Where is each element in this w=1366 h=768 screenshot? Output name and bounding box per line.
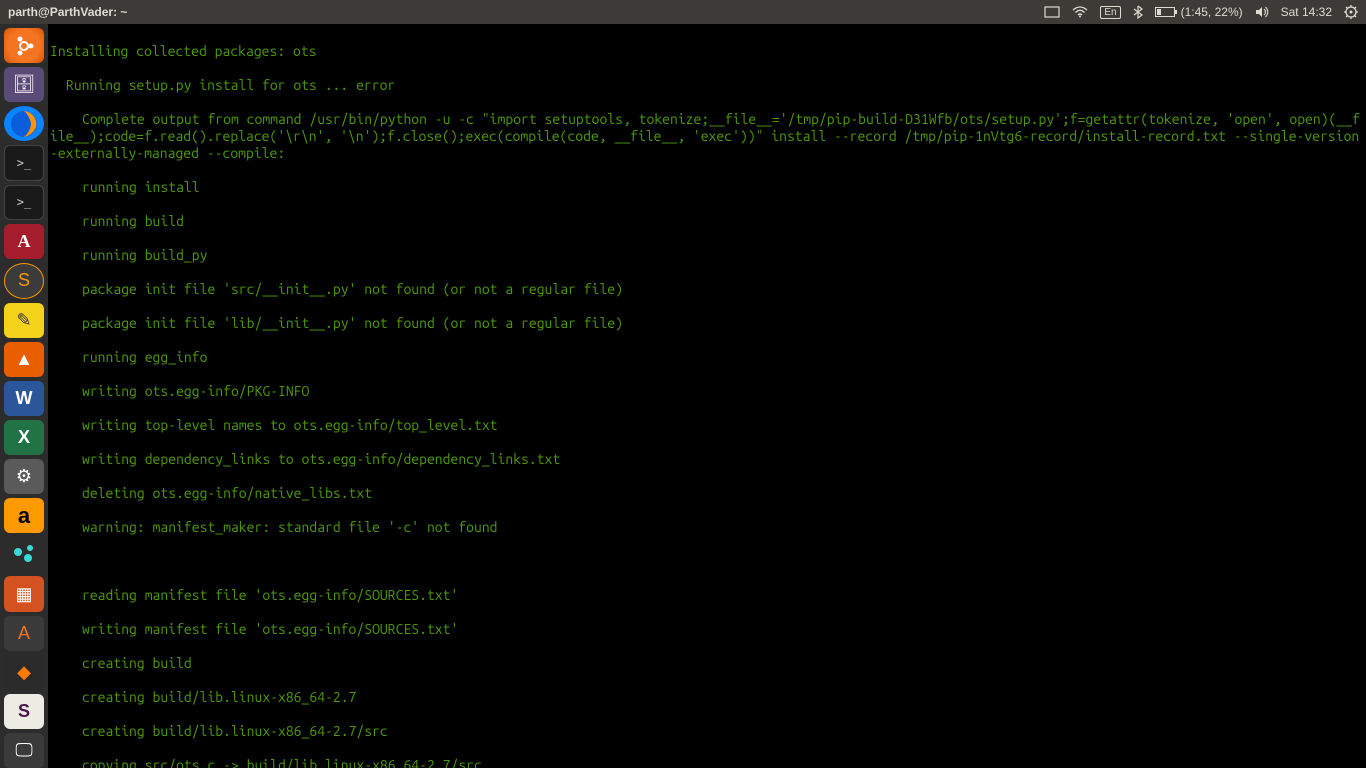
dash-icon[interactable] [4,28,44,63]
terminal-output[interactable]: Installing collected packages: ots Runni… [48,24,1366,768]
output-line: creating build/lib.linux-x86_64-2.7 [48,689,1366,706]
battery-text: (1:45, 22%) [1181,5,1243,19]
displays-icon[interactable]: 🖵 [4,733,44,768]
word-icon[interactable]: W [4,381,44,416]
output-line: creating build [48,655,1366,672]
app-green-icon[interactable] [4,537,44,572]
slack-icon[interactable]: S [4,694,44,729]
output-line: running install [48,179,1366,196]
output-line: copying src/ots.c -> build/lib.linux-x86… [48,757,1366,768]
wifi-icon[interactable] [1072,6,1088,18]
terminal2-icon[interactable]: >_ [4,185,44,220]
output-line: reading manifest file 'ots.egg-info/SOUR… [48,587,1366,604]
sublime-icon[interactable]: S [4,263,44,298]
unity-launcher: 🗄 >_ >_ A S ✎ ▲ W X ⚙ a ▦ A ◆ S 🖵 [0,24,48,768]
language-indicator[interactable]: En [1100,6,1120,19]
calculator-icon[interactable]: ▦ [4,576,44,611]
output-line: package init file 'src/__init__.py' not … [48,281,1366,298]
window-title: parth@ParthVader: ~ [8,5,1044,19]
settings-icon[interactable]: ⚙ [4,459,44,494]
top-menu-bar: parth@ParthVader: ~ En (1:45, 22%) Sat 1… [0,0,1366,24]
terminal-icon[interactable]: >_ [4,145,44,180]
notes-icon[interactable]: ✎ [4,303,44,338]
output-line: deleting ots.egg-info/native_libs.txt [48,485,1366,502]
session-icon[interactable] [1344,5,1358,19]
pdf-reader-icon[interactable]: A [4,224,44,259]
excel-icon[interactable]: X [4,420,44,455]
output-line: creating build/lib.linux-x86_64-2.7/src [48,723,1366,740]
battery-indicator[interactable]: (1:45, 22%) [1155,5,1243,19]
output-line: writing manifest file 'ots.egg-info/SOUR… [48,621,1366,638]
volume-icon[interactable] [1255,6,1269,18]
output-line: writing dependency_links to ots.egg-info… [48,451,1366,468]
screen-icon[interactable] [1044,6,1060,18]
output-line: running egg_info [48,349,1366,366]
output-line: Complete output from command /usr/bin/py… [48,111,1366,162]
output-line: Running setup.py install for ots ... err… [48,77,1366,94]
output-line [48,553,1366,570]
clock[interactable]: Sat 14:32 [1281,5,1332,19]
firefox-icon[interactable] [4,106,44,141]
output-line: warning: manifest_maker: standard file '… [48,519,1366,536]
software-center-icon[interactable]: A [4,616,44,651]
vlc-icon[interactable]: ▲ [4,342,44,377]
system-indicators: En (1:45, 22%) Sat 14:32 [1044,5,1358,19]
files-icon[interactable]: 🗄 [4,67,44,102]
bluetooth-icon[interactable] [1133,5,1143,19]
output-line: Installing collected packages: ots [48,43,1366,60]
amazon-icon[interactable]: a [4,498,44,533]
output-line: writing ots.egg-info/PKG-INFO [48,383,1366,400]
output-line: writing top-level names to ots.egg-info/… [48,417,1366,434]
output-line: running build_py [48,247,1366,264]
output-line: package init file 'lib/__init__.py' not … [48,315,1366,332]
output-line: running build [48,213,1366,230]
blender-icon[interactable]: ◆ [4,655,44,690]
